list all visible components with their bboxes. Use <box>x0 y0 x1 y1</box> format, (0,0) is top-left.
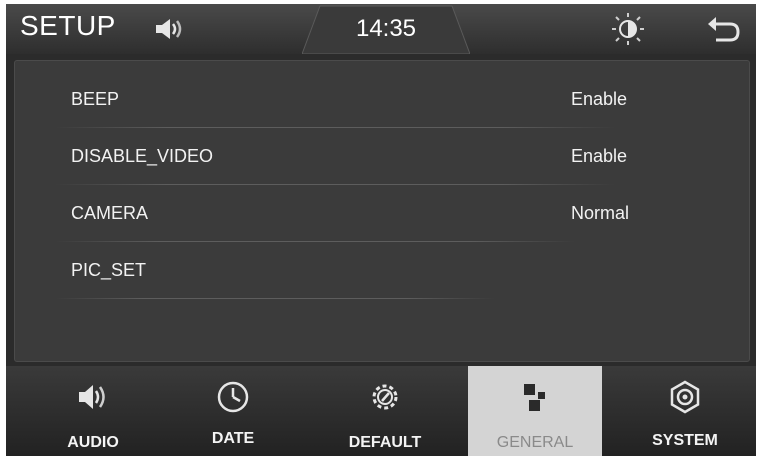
top-bar: SETUP 14:35 <box>6 4 756 54</box>
setting-row-disable-video[interactable]: DISABLE_VIDEO Enable <box>15 128 749 184</box>
back-arrow-icon[interactable] <box>706 14 742 44</box>
setup-screen: SETUP 14:35 BEEP Enable DISABLE_VIDEO En… <box>6 4 756 456</box>
tab-label: SYSTEM <box>652 432 718 449</box>
tab-label: AUDIO <box>67 434 119 451</box>
setting-label: DISABLE_VIDEO <box>71 146 214 166</box>
general-squares-icon <box>524 384 545 411</box>
tab-audio[interactable]: AUDIO <box>26 366 160 456</box>
speaker-icon <box>79 385 105 409</box>
clock-tab: 14:35 <box>302 4 470 54</box>
setting-label: BEEP <box>71 89 120 109</box>
tab-label: GENERAL <box>496 434 574 451</box>
setting-label: PIC_SET <box>71 260 147 280</box>
setting-row-beep[interactable]: BEEP Enable <box>15 71 749 127</box>
page-title: SETUP <box>20 10 116 41</box>
system-gear-icon <box>670 380 700 414</box>
setting-value[interactable]: Enable <box>571 146 627 167</box>
tab-system[interactable]: SYSTEM <box>618 366 752 456</box>
setting-row-pic-set[interactable]: PIC_SET <box>15 242 749 298</box>
clock-time: 14:35 <box>355 15 417 42</box>
setting-label: CAMERA <box>71 203 149 223</box>
tab-general[interactable]: GENERAL <box>468 366 602 456</box>
tab-date[interactable]: DATE <box>166 366 300 456</box>
brightness-icon[interactable] <box>611 12 645 46</box>
setting-value[interactable]: Normal <box>571 203 629 224</box>
row-divider <box>55 298 495 299</box>
reset-gear-icon <box>372 384 398 410</box>
clock-icon <box>217 381 249 413</box>
tab-label: DATE <box>211 430 255 447</box>
tab-label: DEFAULT <box>348 434 422 451</box>
setting-row-camera[interactable]: CAMERA Normal <box>15 185 749 241</box>
tab-default[interactable]: DEFAULT <box>318 366 452 456</box>
setting-value[interactable]: Enable <box>571 89 627 110</box>
bottom-tab-bar: AUDIO DATE DEFAULT GENERAL SYSTEM <box>6 366 756 456</box>
settings-panel: BEEP Enable DISABLE_VIDEO Enable CAMERA … <box>14 60 750 362</box>
volume-icon[interactable] <box>154 17 186 41</box>
